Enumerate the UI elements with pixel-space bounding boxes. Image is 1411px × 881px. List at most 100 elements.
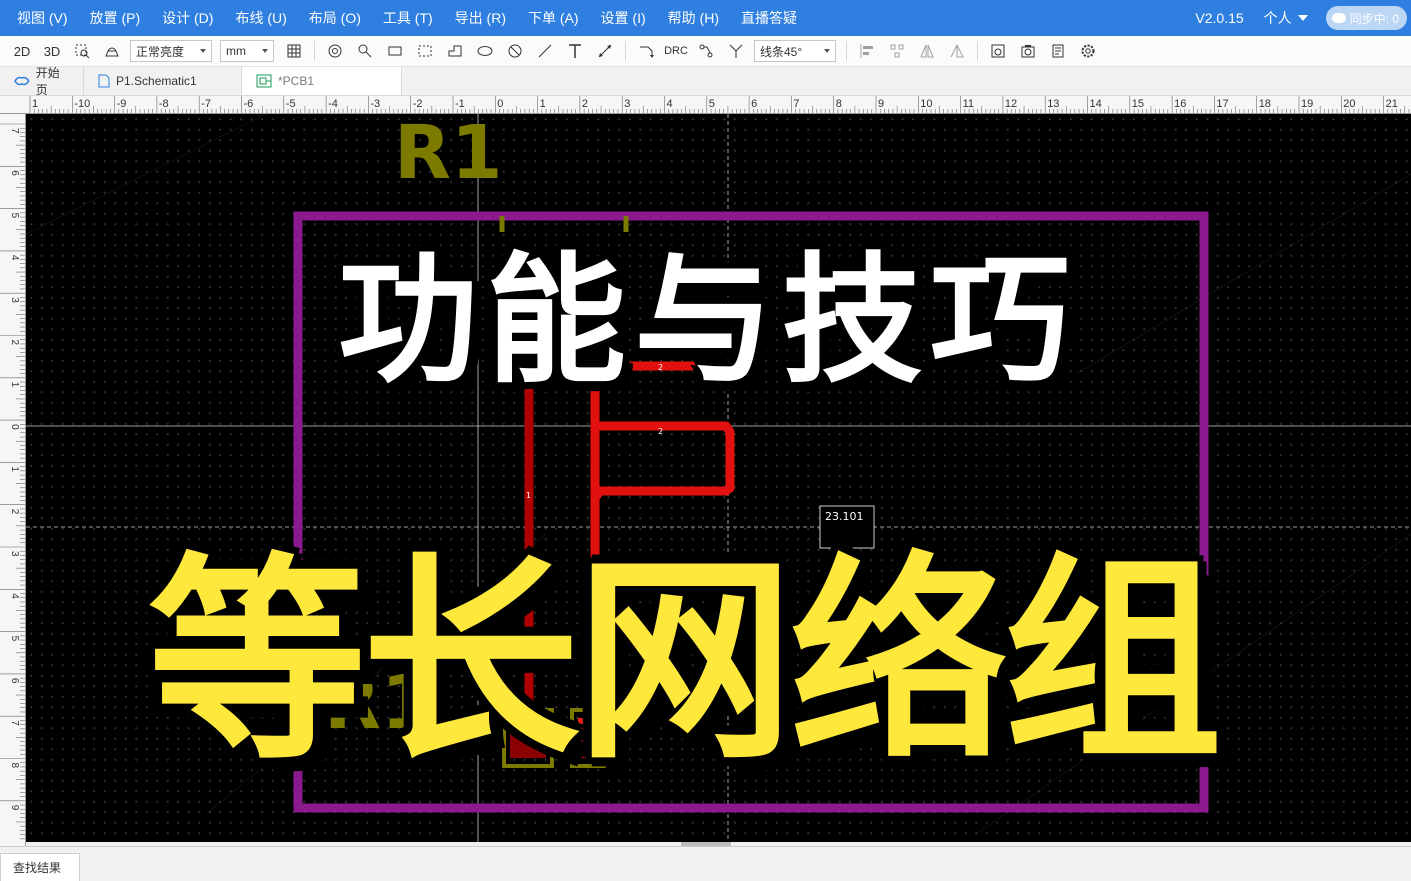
document-tabs: 开始页 P1.Schematic1 *PCB1	[0, 66, 1411, 97]
tab-search-results[interactable]: 查找结果	[0, 853, 81, 881]
menu-item[interactable]: 放置 (P)	[79, 0, 152, 36]
camera-icon	[1021, 45, 1035, 58]
chevron-down-icon	[200, 49, 206, 53]
menu-item[interactable]: 设置 (I)	[590, 0, 657, 36]
menu-item[interactable]: 视图 (V)	[6, 0, 79, 36]
ruler-tick-label: 6	[9, 678, 20, 684]
distribute-button[interactable]	[885, 39, 909, 63]
ruler-tick-label: -1	[455, 98, 465, 110]
pcb-canvas[interactable]: R1 2 2 1 23.101 1 2 R1	[26, 114, 1411, 846]
menu-item[interactable]: 直播答疑	[730, 0, 808, 36]
ruler-tick-label: 2	[582, 98, 588, 110]
version-label: V2.0.15	[1195, 10, 1244, 26]
grid-icon	[287, 44, 301, 58]
ruler-tick-label: 3	[9, 551, 20, 557]
sync-status-button[interactable]: 同步中: 0	[1325, 6, 1407, 30]
ruler-tick-label: 4	[9, 255, 20, 261]
designator-bottom[interactable]: R1	[324, 660, 432, 746]
toolbar-divider	[314, 41, 315, 61]
polygon-icon	[448, 45, 462, 57]
menu-item[interactable]: 工具 (T)	[372, 0, 444, 36]
menu-item[interactable]: 布局 (O)	[298, 0, 372, 36]
bom-icon	[1052, 44, 1064, 58]
region-icon	[418, 45, 432, 57]
via-icon	[328, 44, 342, 58]
place-polygon-button[interactable]	[443, 39, 467, 63]
tab-start-page[interactable]: 开始页	[0, 66, 84, 97]
place-rect-button[interactable]	[383, 39, 407, 63]
track-net-label: 1	[526, 491, 531, 500]
place-via-button[interactable]	[323, 39, 347, 63]
ruler-tick-label: 10	[920, 98, 932, 110]
menu-item[interactable]: 下单 (A)	[517, 0, 590, 36]
ruler-tick-label: 16	[1174, 98, 1186, 110]
ruler-tick-label: 17	[1216, 98, 1228, 110]
account-label: 个人	[1263, 10, 1292, 26]
designator-top[interactable]: R1	[394, 114, 502, 196]
length-readout: 23.101	[825, 510, 864, 523]
ruler-tick-label: -5	[286, 98, 296, 110]
account-menu[interactable]: 个人	[1256, 8, 1316, 28]
ruler-tick-label: 19	[1301, 98, 1313, 110]
route-bend-button[interactable]	[724, 39, 748, 63]
route-differential-button[interactable]	[694, 39, 718, 63]
zoom-area-button[interactable]	[70, 39, 94, 63]
save-snapshot-button[interactable]	[986, 39, 1010, 63]
route-angle-select[interactable]: 线条45°	[754, 40, 836, 62]
ruler-tick-label: 2	[9, 340, 20, 346]
pcb-icon	[256, 74, 272, 88]
flip-horizontal-button[interactable]	[915, 39, 939, 63]
tab-pcb[interactable]: *PCB1	[242, 67, 402, 95]
line-icon	[538, 44, 552, 58]
ruler-tick-label: 1	[9, 382, 20, 388]
unit-select[interactable]: mm	[220, 40, 274, 62]
view-3d-button[interactable]: 3D	[40, 39, 64, 63]
dimension-button[interactable]	[593, 39, 617, 63]
zoom-area-icon	[75, 44, 90, 59]
ruler-tick-label: 2	[9, 509, 20, 515]
brightness-select[interactable]: 正常亮度	[130, 40, 212, 62]
ellipse-icon	[477, 46, 493, 56]
ruler-tick-label: -10	[74, 98, 90, 110]
layers-icon	[105, 47, 119, 57]
ruler-tick-label: 11	[963, 98, 974, 110]
menu-bar: 视图 (V) 放置 (P) 设计 (D) 布线 (U) 布局 (O) 工具 (T) 导出 (…	[0, 0, 1411, 36]
tab-schematic[interactable]: P1.Schematic1	[84, 67, 242, 95]
ruler-tick-label: 0	[9, 424, 20, 430]
align-button[interactable]	[855, 39, 879, 63]
ruler-tick-label: -4	[328, 98, 338, 110]
draw-line-button[interactable]	[533, 39, 557, 63]
ruler-tick-label: -8	[159, 98, 169, 110]
flip-vertical-button[interactable]	[945, 39, 969, 63]
place-pad-button[interactable]	[353, 39, 377, 63]
ruler-vertical: 7 6 5 4 3 2 1 0 1 2 3 4 5 6 7 8 9	[0, 114, 26, 846]
settings-button[interactable]	[1076, 39, 1100, 63]
place-text-button[interactable]	[563, 39, 587, 63]
ruler-tick-label: 8	[9, 763, 20, 769]
menu-item[interactable]: 布线 (U)	[224, 0, 297, 36]
ruler-tick-label: 18	[1259, 98, 1271, 110]
place-ellipse-button[interactable]	[473, 39, 497, 63]
place-region-button[interactable]	[413, 39, 437, 63]
drc-button[interactable]: DRC	[664, 39, 688, 63]
bom-button[interactable]	[1046, 39, 1070, 63]
differential-pair-icon	[699, 44, 713, 58]
camera-button[interactable]	[1016, 39, 1040, 63]
document-icon	[98, 74, 110, 88]
no-connect-button[interactable]	[503, 39, 527, 63]
ruler-tick-label: 7	[793, 98, 799, 110]
menu-item[interactable]: 帮助 (H)	[657, 0, 730, 36]
board-outline[interactable]	[293, 211, 1209, 813]
ruler-tick-label: 5	[9, 213, 20, 219]
menu-item[interactable]: 导出 (R)	[444, 0, 517, 36]
menu-item[interactable]: 设计 (D)	[151, 0, 224, 36]
flip-vertical-icon	[950, 44, 964, 58]
route-track-button[interactable]	[634, 39, 658, 63]
view-2d-button[interactable]: 2D	[10, 39, 34, 63]
eda-window: 视图 (V) 放置 (P) 设计 (D) 布线 (U) 布局 (O) 工具 (T) 导出 (…	[0, 0, 1411, 881]
grid-button[interactable]	[282, 39, 306, 63]
ruler-tick-label: 4	[9, 593, 20, 599]
route-angle-value: 线条45°	[760, 44, 803, 59]
track-net-2[interactable]	[590, 361, 735, 719]
layer-view-button[interactable]	[100, 39, 124, 63]
